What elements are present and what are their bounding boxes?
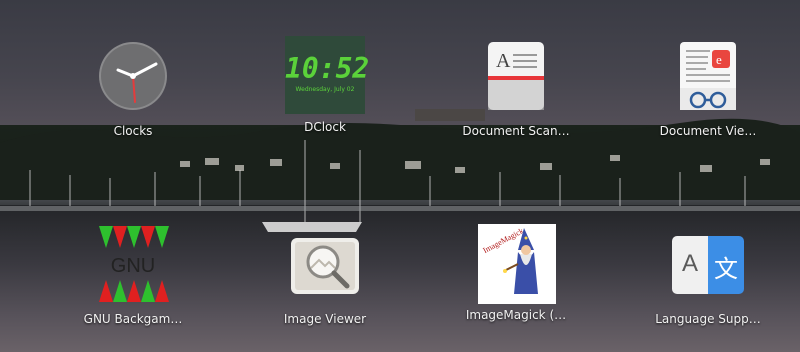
svg-text:e: e: [716, 52, 722, 67]
gnu-backgammon-icon: GNU: [97, 226, 169, 302]
app-label: Document Scan…: [462, 124, 570, 138]
app-label: Image Viewer: [283, 312, 367, 326]
imagemagick-icon: ImageMagick: [478, 224, 556, 304]
imagemagick-text: ImageMagick: [482, 226, 525, 255]
clocks-icon: [97, 40, 169, 112]
app-label: ImageMagick (…: [465, 308, 567, 322]
dclock-time: 10:52: [285, 52, 370, 85]
app-label: Clocks: [113, 124, 153, 138]
latin-a-glyph: A: [681, 250, 698, 277]
app-label: Document Vie…: [659, 124, 757, 138]
image-viewer-icon: [289, 228, 361, 300]
app-label: DClock: [304, 120, 346, 134]
cjk-glyph: 文: [714, 255, 738, 283]
app-label: GNU Backgam…: [83, 312, 183, 326]
language-support-icon: A 文: [672, 236, 744, 294]
app-label: Language Supp…: [655, 312, 761, 326]
document-scanner-icon: A: [480, 40, 552, 112]
dclock-date: Wednesday, July 02: [295, 86, 355, 93]
dclock-icon: 10:52 Wednesday, July 02: [285, 36, 370, 114]
svg-text:A: A: [496, 50, 511, 72]
gnu-text: GNU: [111, 255, 155, 277]
document-viewer-icon: e: [672, 40, 744, 112]
language-right-panel: 文: [708, 236, 744, 294]
language-left-panel: A: [672, 236, 708, 294]
